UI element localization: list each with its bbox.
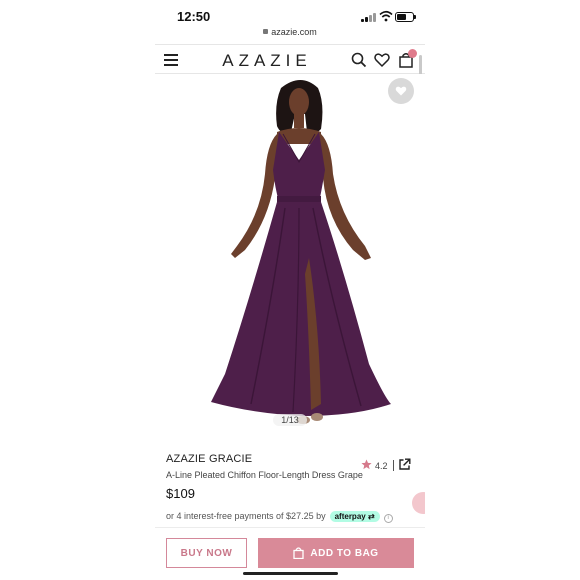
shopping-bag-button[interactable] [398, 49, 417, 68]
menu-icon[interactable] [164, 54, 178, 66]
installment-note: or 4 interest-free payments of $27.25 by… [166, 511, 393, 523]
add-to-bag-label: ADD TO BAG [310, 547, 379, 559]
afterpay-label: afterpay [334, 512, 366, 521]
search-icon[interactable] [351, 52, 367, 68]
url-bar[interactable]: azazie.com [155, 27, 425, 41]
star-icon [361, 459, 372, 470]
site-logo[interactable]: AZAZIE [217, 51, 317, 71]
battery-fill [397, 14, 406, 20]
share-icon[interactable] [398, 458, 411, 471]
cart-badge [408, 49, 417, 58]
product-price: $109 [166, 486, 195, 501]
wishlist-button[interactable] [388, 78, 414, 104]
home-indicator [243, 572, 338, 575]
rating-divider [393, 460, 394, 471]
bag-icon [293, 547, 305, 559]
product-image-gallery[interactable]: 1/13 [155, 74, 425, 438]
buy-now-label: BUY NOW [180, 547, 233, 559]
site-header: AZAZIE [155, 44, 425, 74]
url-text: azazie.com [271, 27, 317, 37]
phone-screen: 12:50 azazie.com AZAZIE 1/13 AZAZIE GRAC… [155, 0, 425, 580]
product-brand: AZAZIE GRACIE [166, 453, 253, 465]
dress-photo [211, 80, 391, 424]
status-time: 12:50 [177, 9, 211, 24]
heart-icon [395, 86, 407, 96]
installment-text: or 4 interest-free payments of $27.25 by [166, 511, 326, 521]
signal-icon [361, 13, 377, 22]
wifi-icon [379, 10, 393, 22]
image-counter: 1/13 [273, 414, 307, 426]
heart-icon[interactable] [374, 52, 390, 68]
lock-icon [263, 29, 269, 34]
product-subtitle: A-Line Pleated Chiffon Floor-Length Dres… [166, 470, 363, 480]
rating-value: 4.2 [375, 461, 388, 471]
battery-icon [395, 12, 416, 22]
info-icon[interactable]: i [383, 514, 393, 523]
divider [155, 527, 425, 528]
buy-now-button[interactable]: BUY NOW [166, 538, 247, 568]
add-to-bag-button[interactable]: ADD TO BAG [258, 538, 414, 568]
afterpay-badge[interactable]: afterpay ⇄ [329, 511, 380, 522]
